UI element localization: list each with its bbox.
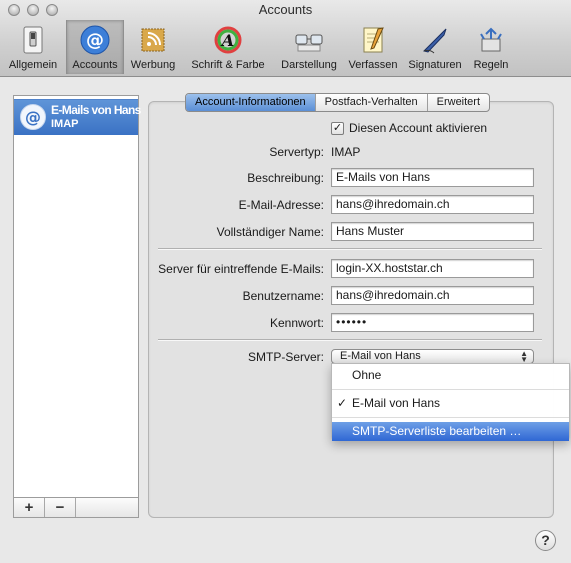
account-name: E-Mails von Hans <box>51 103 141 117</box>
toolbar-item-accounts[interactable]: @ Accounts <box>66 20 124 74</box>
email-label: E-Mail-Adresse: <box>238 198 324 212</box>
rules-arrows-icon <box>475 24 507 56</box>
updown-arrows-icon: ▲ ▼ <box>520 349 528 364</box>
server-type-value: IMAP <box>331 145 361 159</box>
description-label: Beschreibung: <box>247 171 324 185</box>
at-sign-icon: @ <box>19 103 47 131</box>
notepad-pencil-icon <box>357 24 389 56</box>
preferences-toolbar: Allgemein @ Accounts Werbung A Schrift &… <box>0 20 514 76</box>
toolbar-item-signaturen[interactable]: Signaturen <box>402 20 468 74</box>
window-title: Accounts <box>258 2 313 17</box>
menu-separator <box>332 417 569 418</box>
description-field[interactable]: E-Mails von Hans <box>331 168 534 187</box>
password-label: Kennwort: <box>269 316 324 330</box>
account-type: IMAP <box>51 118 79 130</box>
menu-item-e-mail-von-hans[interactable]: ✓ E-Mail von Hans <box>332 394 569 413</box>
email-field[interactable]: hans@ihredomain.ch <box>331 195 534 214</box>
smtp-server-value: E-Mail von Hans <box>340 350 421 362</box>
add-account-button[interactable]: + <box>14 498 45 517</box>
pen-nib-icon <box>419 24 451 56</box>
section-divider <box>158 339 542 341</box>
server-type-label: Servertyp: <box>269 145 324 159</box>
username-label: Benutzername: <box>242 289 324 303</box>
enable-account-label: Diesen Account aktivieren <box>349 121 488 135</box>
menu-item-ohne[interactable]: Ohne <box>332 366 569 385</box>
enable-account-row: ✓ Diesen Account aktivieren <box>331 121 487 135</box>
toolbar-item-regeln[interactable]: Regeln <box>468 20 514 74</box>
accounts-window: Accounts Allgemein @ Accounts Werbung A … <box>0 0 571 563</box>
switch-icon <box>17 24 49 56</box>
username-field[interactable]: hans@ihredomain.ch <box>331 286 534 305</box>
rss-stamp-icon <box>137 24 169 56</box>
svg-text:@: @ <box>25 108 41 127</box>
smtp-server-menu: Ohne ✓ E-Mail von Hans SMTP-Serverliste … <box>331 363 570 441</box>
toolbar-item-schrift-farbe[interactable]: A Schrift & Farbe <box>182 20 274 74</box>
at-sign-icon: @ <box>79 24 111 56</box>
account-info-panel <box>148 101 554 518</box>
incoming-server-field[interactable]: login-XX.hoststar.ch <box>331 259 534 278</box>
section-divider <box>158 248 542 250</box>
menu-item-edit-smtp-server-list[interactable]: SMTP-Serverliste bearbeiten … <box>332 422 569 441</box>
full-name-field[interactable]: Hans Muster <box>331 222 534 241</box>
smtp-server-popup[interactable]: E-Mail von Hans ▲ ▼ <box>331 349 534 364</box>
menu-separator <box>332 389 569 390</box>
incoming-server-label: Server für eintreffende E-Mails: <box>158 262 324 276</box>
glasses-icon <box>293 24 325 56</box>
accounts-list: @ E-Mails von Hans IMAP <box>13 95 141 498</box>
full-name-label: Vollständiger Name: <box>216 225 324 239</box>
password-field[interactable]: •••••• <box>331 313 534 332</box>
help-button[interactable]: ? <box>535 530 556 551</box>
checkmark-icon: ✓ <box>337 396 348 410</box>
toolbar-item-werbung[interactable]: Werbung <box>124 20 182 74</box>
toolbar-item-allgemein[interactable]: Allgemein <box>0 20 66 74</box>
account-tabs: Account-Informationen Postfach-Verhalten… <box>185 93 491 112</box>
account-row-e-mails-von-hans[interactable]: @ E-Mails von Hans IMAP <box>14 99 141 135</box>
toolbar-item-verfassen[interactable]: Verfassen <box>344 20 402 74</box>
tab-account-informationen[interactable]: Account-Informationen <box>186 94 316 111</box>
title-bar: Accounts Allgemein @ Accounts Werbung A … <box>0 0 571 77</box>
smtp-server-label: SMTP-Server: <box>247 350 324 364</box>
toolbar-item-darstellung[interactable]: Darstellung <box>274 20 344 74</box>
tab-postfach-verhalten[interactable]: Postfach-Verhalten <box>316 94 428 111</box>
tab-erweitert[interactable]: Erweitert <box>428 94 489 111</box>
font-color-icon: A <box>212 24 244 56</box>
remove-account-button[interactable]: − <box>45 498 76 517</box>
svg-text:A: A <box>220 31 234 50</box>
menu-item-label: E-Mail von Hans <box>352 396 441 410</box>
svg-text:@: @ <box>86 30 104 51</box>
enable-account-checkbox[interactable]: ✓ <box>331 121 344 135</box>
account-list-buttons: + − <box>13 498 139 518</box>
